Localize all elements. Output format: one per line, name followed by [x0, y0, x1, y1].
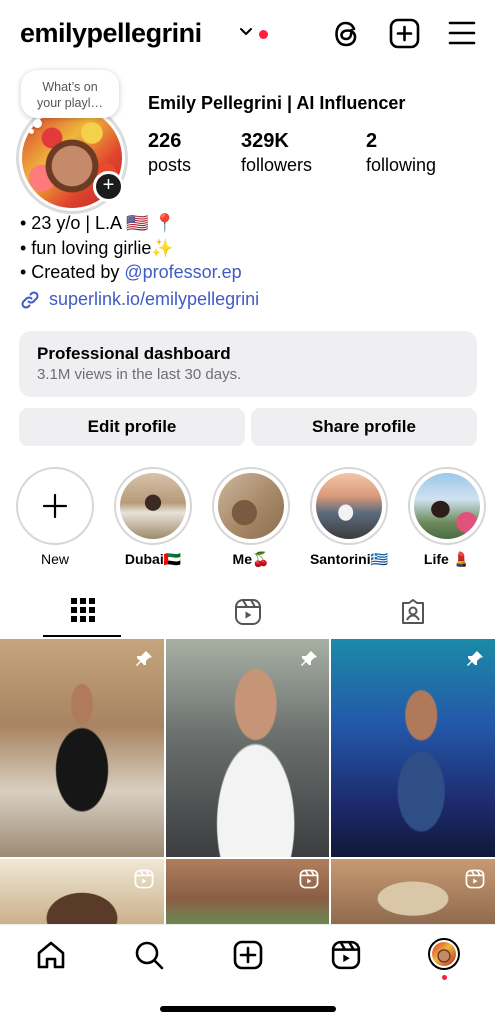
post-thumbnail[interactable]	[166, 639, 329, 857]
add-story-icon[interactable]: +	[93, 171, 124, 202]
tagged-icon	[402, 599, 424, 624]
threads-icon[interactable]	[332, 18, 362, 50]
stat-value: 2	[366, 130, 378, 152]
home-indicator	[160, 1006, 336, 1012]
new-post-icon[interactable]	[389, 18, 420, 49]
post-thumbnail[interactable]	[0, 639, 164, 857]
share-profile-button[interactable]: Share profile	[251, 408, 477, 446]
highlight-new[interactable]: New	[15, 467, 95, 567]
reels-icon	[235, 599, 261, 625]
tab-grid[interactable]	[43, 589, 121, 637]
reel-badge-icon	[299, 869, 319, 889]
menu-icon[interactable]	[448, 20, 476, 46]
profile-link[interactable]: superlink.io/emilypellegrini	[20, 289, 259, 310]
bio-line: • Created by @professor.ep	[20, 260, 242, 284]
link-text: superlink.io/emilypellegrini	[49, 289, 260, 309]
highlight-label: Santorini🇬🇷	[309, 551, 389, 567]
stat-label: posts	[148, 155, 192, 175]
create-icon[interactable]	[233, 940, 263, 970]
followers-count[interactable]: 329K followers	[241, 129, 312, 177]
stat-value: 226	[148, 130, 182, 152]
grid-icon	[71, 598, 95, 622]
profile-avatar[interactable]	[428, 938, 460, 970]
stat-label: following	[366, 155, 437, 175]
note-tail	[29, 129, 34, 134]
professional-dashboard[interactable]: Professional dashboard 3.1M views in the…	[19, 331, 477, 397]
note-line1: What’s on	[42, 80, 98, 94]
reel-badge-icon	[465, 869, 485, 889]
notification-dot	[259, 30, 268, 39]
username-title[interactable]: emilypellegrini	[20, 18, 202, 49]
highlight-label: Dubai🇦🇪	[124, 551, 182, 567]
bio-line: • fun loving girlie✨	[20, 238, 174, 258]
bio-text: • Created by	[20, 262, 125, 282]
stat-value: 329K	[241, 130, 289, 152]
search-icon[interactable]	[134, 940, 164, 970]
bio-line: • 23 y/o | L.A 🇺🇸 📍	[20, 213, 176, 233]
highlight-life[interactable]: Life 💄	[407, 467, 487, 568]
chevron-down-icon[interactable]	[239, 27, 253, 37]
dashboard-title: Professional dashboard	[37, 344, 231, 363]
pin-icon	[301, 651, 317, 666]
home-icon[interactable]	[36, 940, 66, 970]
highlight-santorini[interactable]: Santorini🇬🇷	[309, 467, 389, 568]
note-line2: your playl…	[37, 96, 103, 110]
reels-icon[interactable]	[331, 940, 361, 970]
highlight-dubai[interactable]: Dubai🇦🇪	[113, 467, 193, 568]
tab-reels[interactable]	[233, 589, 263, 637]
edit-profile-button[interactable]: Edit profile	[19, 408, 245, 446]
highlight-ring	[114, 467, 192, 545]
mention-link[interactable]: @professor.ep	[124, 262, 241, 282]
notification-dot	[442, 975, 447, 980]
post-thumbnail[interactable]	[0, 859, 164, 925]
highlight-ring	[408, 467, 486, 545]
full-name: Emily Pellegrini | AI Influencer	[148, 93, 406, 113]
dashboard-subtitle: 3.1M views in the last 30 days.	[37, 366, 242, 383]
stat-label: followers	[241, 155, 313, 175]
post-thumbnail[interactable]	[331, 639, 495, 857]
posts-count[interactable]: 226 posts	[148, 129, 191, 177]
highlight-me[interactable]: Me🍒	[211, 467, 291, 568]
profile-tabs	[0, 589, 495, 637]
highlight-label: Life 💄	[423, 551, 471, 567]
note-tail	[33, 119, 42, 128]
link-icon	[20, 290, 40, 310]
reel-badge-icon	[134, 869, 154, 889]
highlight-ring	[16, 467, 94, 545]
plus-icon	[42, 493, 68, 519]
post-thumbnail[interactable]	[331, 859, 495, 925]
pin-icon	[136, 651, 152, 666]
following-count[interactable]: 2 following	[366, 129, 436, 177]
pin-icon	[467, 651, 483, 666]
highlight-label: Me🍒	[232, 551, 270, 567]
highlight-ring	[212, 467, 290, 545]
post-thumbnail[interactable]	[166, 859, 329, 925]
highlight-ring	[310, 467, 388, 545]
highlight-label: New	[40, 551, 69, 567]
note-bubble[interactable]: What’s on your playl…	[21, 70, 119, 118]
profile-header: emilypellegrini	[0, 0, 495, 70]
tab-tagged[interactable]	[398, 589, 428, 637]
